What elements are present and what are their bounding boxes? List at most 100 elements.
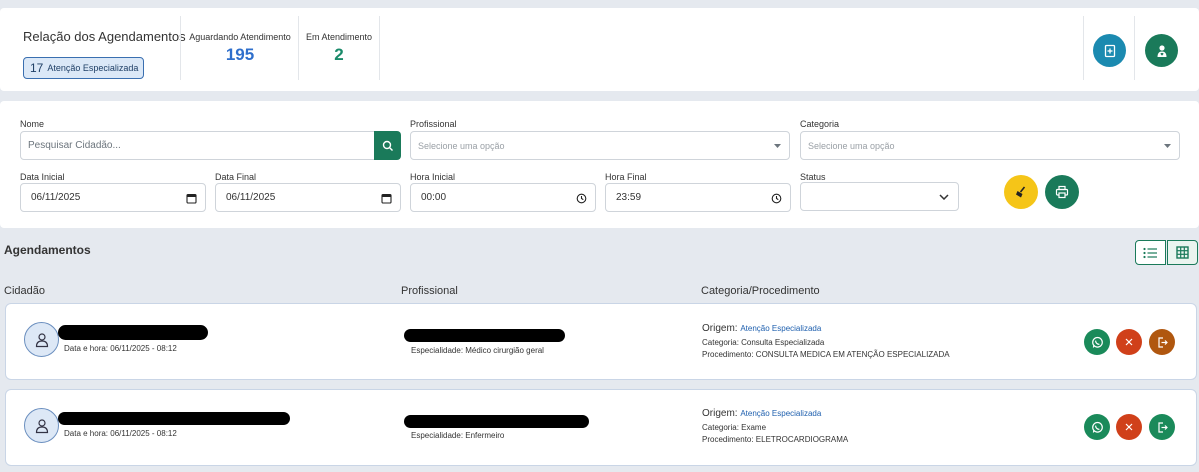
hora-inicial-label: Hora Inicial [410,172,456,182]
list-view-icon [1143,247,1157,258]
redacted-professional-name [404,415,589,428]
status-label: Status [800,172,826,182]
close-icon [1125,423,1133,431]
origem: Origem: Atenção Especializada [702,408,821,419]
divider [1083,16,1084,80]
chevron-down-icon [1164,144,1171,148]
specialty-badge: 17 Atenção Especializada [23,57,144,79]
column-header-profissional: Profissional [401,285,458,297]
whatsapp-icon [1091,421,1103,433]
nome-label: Nome [20,119,45,129]
chevron-down-icon [774,144,781,148]
divider [298,16,299,80]
exit-icon [1157,421,1168,433]
profissional-label: Profissional [410,119,457,129]
whatsapp-icon [1091,336,1103,348]
chevron-down-icon [939,194,949,200]
redacted-patient-name [58,412,290,425]
cancel-appointment-button[interactable] [1116,329,1142,355]
whatsapp-button[interactable] [1084,414,1110,440]
divider [180,16,181,80]
avatar [24,322,59,357]
data-inicial-value: 06/11/2025 [31,192,81,203]
stat-in-service-value: 2 [334,45,344,64]
origem: Origem: Atenção Especializada [702,323,821,334]
stat-waiting-value: 195 [225,45,255,64]
status-select[interactable] [800,182,959,211]
badge-label: Atenção Especializada [47,63,139,73]
exit-button[interactable] [1149,329,1175,355]
profissional-placeholder: Selecione uma opção [418,140,505,151]
user-icon [35,418,48,433]
redacted-patient-name [58,325,208,340]
search-placeholder: Pesquisar Cidadão... [28,140,121,151]
professional-specialty: Especialidade: Médico cirurgião geral [411,346,544,355]
hora-final-value: 23:59 [616,192,642,203]
grid-view-toggle[interactable] [1167,240,1198,265]
column-header-categoria: Categoria/Procedimento [701,285,820,297]
data-inicial-label: Data Inicial [20,172,65,182]
plus-document-icon [1104,44,1115,57]
clear-filters-button[interactable] [1004,175,1038,209]
data-final-label: Data Final [215,172,257,182]
header-card: Relação dos Agendamentos 17 Atenção Espe… [0,8,1199,91]
printer-icon [1055,185,1069,199]
clock-icon[interactable] [576,193,587,204]
whatsapp-button[interactable] [1084,329,1110,355]
stat-waiting-label: Aguardando Atendimento [189,32,291,42]
categoria-label: Categoria [800,119,840,129]
hora-inicial-value: 00:00 [421,192,447,203]
search-icon [382,140,393,151]
stat-waiting: Aguardando Atendimento 195 [187,32,293,65]
section-title: Agendamentos [4,243,91,257]
stat-in-service-label: Em Atendimento [305,32,373,42]
origem-value: Atenção Especializada [740,324,822,333]
cancel-appointment-button[interactable] [1116,414,1142,440]
professional-specialty: Especialidade: Enfermeiro [411,431,505,440]
grid-view-icon [1176,246,1189,259]
appointment-row[interactable]: Data e hora: 06/11/2025 - 08:12 Especial… [5,303,1197,380]
exit-icon [1157,336,1168,348]
broom-icon [1016,186,1026,198]
origem-value: Atenção Especializada [740,409,822,418]
new-appointment-button[interactable] [1093,34,1126,67]
calendar-icon[interactable] [186,193,197,204]
list-view-toggle[interactable] [1135,240,1166,265]
appointment-datetime: Data e hora: 06/11/2025 - 08:12 [64,344,177,353]
patient-care-button[interactable] [1145,34,1178,67]
page-title: Relação dos Agendamentos [23,29,186,44]
user-icon [35,332,48,347]
categoria-placeholder: Selecione uma opção [808,140,895,151]
data-final-input[interactable]: 06/11/2025 [215,183,401,212]
clock-icon[interactable] [771,193,782,204]
data-final-value: 06/11/2025 [226,192,276,203]
exit-button[interactable] [1149,414,1175,440]
data-inicial-input[interactable]: 06/11/2025 [20,183,206,212]
procedimento-text: Procedimento: CONSULTA MEDICA EM ATENÇÃO… [702,350,950,359]
search-input[interactable]: Pesquisar Cidadão... [20,131,376,160]
profissional-select[interactable]: Selecione uma opção [410,131,790,160]
search-button[interactable] [374,131,401,160]
hora-inicial-input[interactable]: 00:00 [410,183,596,212]
categoria-text: Categoria: Consulta Especializada [702,338,825,347]
calendar-icon[interactable] [381,193,392,204]
print-button[interactable] [1045,175,1079,209]
redacted-professional-name [404,329,565,342]
divider [379,16,380,80]
divider [1134,16,1135,80]
badge-count: 17 [30,61,44,75]
appointment-datetime: Data e hora: 06/11/2025 - 08:12 [64,429,177,438]
close-icon [1125,338,1133,346]
categoria-select[interactable]: Selecione uma opção [800,131,1180,160]
person-heart-icon [1157,44,1166,57]
hora-final-input[interactable]: 23:59 [605,183,791,212]
origem-label: Origem: [702,408,738,419]
column-header-cidadao: Cidadão [4,285,45,297]
appointment-row[interactable]: Data e hora: 06/11/2025 - 08:12 Especial… [5,389,1197,466]
categoria-text: Categoria: Exame [702,423,767,432]
procedimento-text: Procedimento: ELETROCARDIOGRAMA [702,435,849,444]
avatar [24,408,59,443]
hora-final-label: Hora Final [605,172,647,182]
stat-in-service: Em Atendimento 2 [302,32,376,65]
origem-label: Origem: [702,323,738,334]
